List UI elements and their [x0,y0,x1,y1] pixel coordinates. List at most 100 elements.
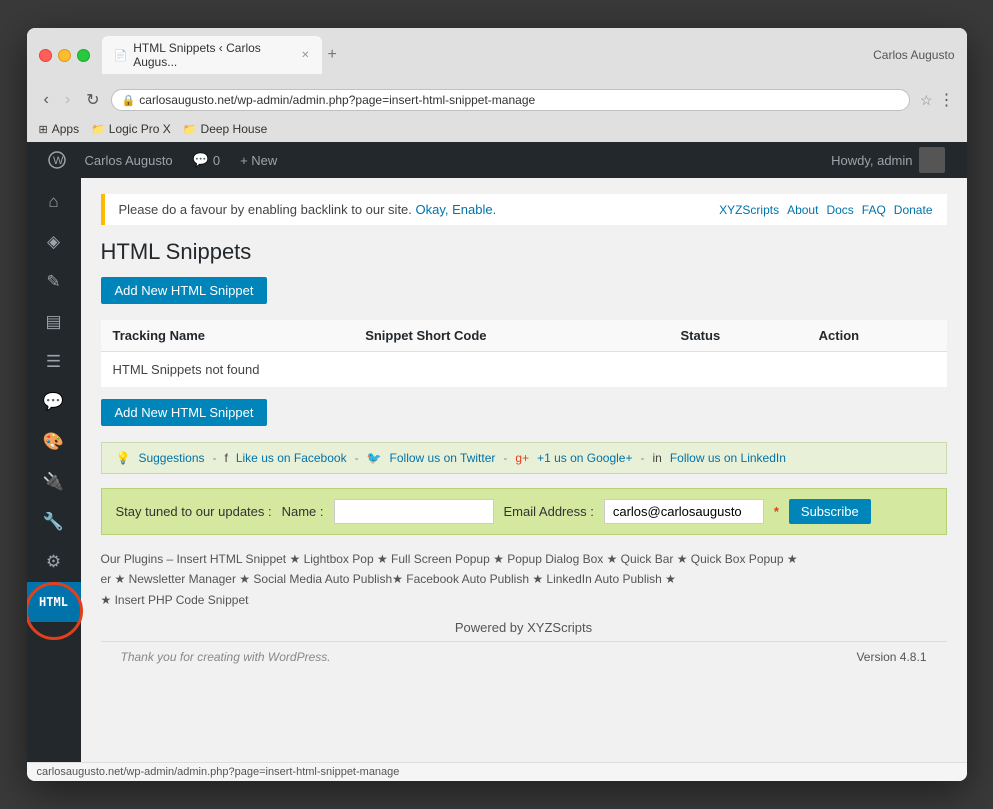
nav-xyzscripts[interactable]: XYZScripts [719,203,779,217]
lock-icon: 🔒 [122,94,136,107]
new-tab-button[interactable]: + [328,46,337,64]
email-label: Email Address : [504,504,594,519]
comment-icon: 💬 [193,152,209,168]
status-bar: carlosaugusto.net/wp-admin/admin.php?pag… [27,762,967,781]
admin-bar-comments[interactable]: 💬 0 [183,142,230,178]
admin-howdy[interactable]: Howdy, admin [821,142,954,178]
twitter-icon: 🐦 [367,451,382,465]
sidebar-item-appearance[interactable]: 🎨 [27,422,81,462]
footer-thank-you: Thank you for creating with WordPress. [121,650,331,664]
facebook-link[interactable]: Like us on Facebook [236,451,347,465]
tab-close-icon[interactable]: ✕ [301,50,309,61]
browser-nav: ‹ › ↻ 🔒 carlosaugusto.net/wp-admin/admin… [39,82,955,118]
bookmark-logic-label: Logic Pro X [109,122,171,136]
new-label: + New [240,153,277,168]
tab-title: HTML Snippets ‹ Carlos Augus... [133,41,289,69]
plugin-nav: XYZScripts About Docs FAQ Donate [719,203,932,217]
address-bar[interactable]: 🔒 carlosaugusto.net/wp-admin/admin.php?p… [111,89,910,111]
col-shortcode: Snippet Short Code [353,320,668,352]
sidebar-item-html[interactable]: HTML [27,582,81,622]
required-marker: * [774,504,779,519]
bookmark-star-icon[interactable]: ☆ [920,92,933,109]
twitter-link[interactable]: Follow us on Twitter [390,451,496,465]
apps-grid-icon: ⊞ [39,123,48,136]
sidebar-item-dashboard[interactable]: ⌂ [27,182,81,222]
okay-enable-link[interactable]: Okay, Enable. [416,202,497,217]
comments-count: 0 [213,153,220,168]
sidebar-item-pages[interactable]: ☰ [27,342,81,382]
menu-icon[interactable]: ⋮ [939,90,955,110]
snippet-table: Tracking Name Snippet Short Code Status … [101,320,947,387]
wp-logo[interactable]: W [39,142,75,178]
suggestions-icon: 💡 [116,451,131,465]
nav-faq[interactable]: FAQ [862,203,886,217]
howdy-text: Howdy, admin [831,153,912,168]
bookmark-apps-label: Apps [52,122,79,136]
google-link[interactable]: +1 us on Google+ [537,451,632,465]
add-snippet-button-bottom[interactable]: Add New HTML Snippet [101,399,268,426]
sidebar-item-tools[interactable]: 🔧 [27,502,81,542]
admin-bar-right: Howdy, admin [821,142,954,178]
admin-bar: W Carlos Augusto 💬 0 + New Howdy, admin [27,142,967,178]
sidebar: ⌂ ◈ ✎ ▤ ☰ 💬 🎨 🔌 🔧 ⚙ HTML XYZ Html [27,178,81,762]
back-button[interactable]: ‹ [39,89,54,111]
folder-icon: 📁 [91,123,105,136]
url-text: carlosaugusto.net/wp-admin/admin.php?pag… [139,93,535,107]
sidebar-item-media[interactable]: ▤ [27,302,81,342]
table-row-empty: HTML Snippets not found [101,352,947,388]
col-status: Status [668,320,806,352]
subscribe-label: Stay tuned to our updates : [116,504,272,519]
wp-footer: Thank you for creating with WordPress. V… [101,641,947,672]
col-action: Action [807,320,947,352]
admin-bar-site[interactable]: Carlos Augusto [75,142,183,178]
powered-by: Powered by XYZScripts [101,620,947,635]
main-content: Please do a favour by enabling backlink … [81,178,967,762]
sidebar-item-plugins[interactable]: 🔌 [27,462,81,502]
linkedin-icon: in [652,451,661,465]
folder-icon-2: 📁 [183,123,197,136]
bookmark-deep-house[interactable]: 📁 Deep House [183,122,267,136]
maximize-button[interactable] [77,49,90,62]
google-icon: g+ [515,451,529,465]
linkedin-link[interactable]: Follow us on LinkedIn [670,451,786,465]
sidebar-item-settings[interactable]: ⚙ [27,542,81,582]
minimize-button[interactable] [58,49,71,62]
site-name: Carlos Augusto [85,153,173,168]
col-tracking-name: Tracking Name [101,320,354,352]
bookmark-logic-pro[interactable]: 📁 Logic Pro X [91,122,171,136]
suggestions-link[interactable]: Suggestions [138,451,204,465]
sidebar-item-customize[interactable]: ◈ [27,222,81,262]
tab-bar: 📄 HTML Snippets ‹ Carlos Augus... ✕ + [102,36,874,74]
page-title: HTML Snippets [101,239,947,265]
active-tab[interactable]: 📄 HTML Snippets ‹ Carlos Augus... ✕ [102,36,322,74]
social-bar: 💡 Suggestions - f Like us on Facebook - … [101,442,947,474]
nav-docs[interactable]: Docs [826,203,853,217]
traffic-lights [39,49,90,62]
reload-button[interactable]: ↻ [81,88,104,112]
admin-avatar [919,147,945,173]
subscribe-bar: Stay tuned to our updates : Name : Email… [101,488,947,535]
plugin-notice: Please do a favour by enabling backlink … [101,194,947,225]
admin-bar-new[interactable]: + New [230,142,287,178]
bookmark-deep-label: Deep House [201,122,268,136]
subscribe-button[interactable]: Subscribe [789,499,871,524]
browser-user: Carlos Augusto [873,48,954,62]
notice-text: Please do a favour by enabling backlink … [119,202,497,217]
facebook-icon: f [225,451,228,465]
name-input[interactable] [334,499,494,524]
email-input[interactable] [604,499,764,524]
empty-message: HTML Snippets not found [101,352,947,388]
sidebar-item-comments[interactable]: 💬 [27,382,81,422]
footer-version: Version 4.8.1 [856,650,926,664]
sidebar-item-posts[interactable]: ✎ [27,262,81,302]
add-snippet-button-top[interactable]: Add New HTML Snippet [101,277,268,304]
nav-about[interactable]: About [787,203,818,217]
forward-button[interactable]: › [60,89,75,111]
svg-text:W: W [53,155,64,167]
nav-donate[interactable]: Donate [894,203,933,217]
plugins-footer: Our Plugins – Insert HTML Snippet ★ Ligh… [101,549,947,610]
name-label: Name : [282,504,324,519]
close-button[interactable] [39,49,52,62]
bookmark-apps[interactable]: ⊞ Apps [39,122,80,136]
bookmarks-bar: ⊞ Apps 📁 Logic Pro X 📁 Deep House [39,118,955,142]
